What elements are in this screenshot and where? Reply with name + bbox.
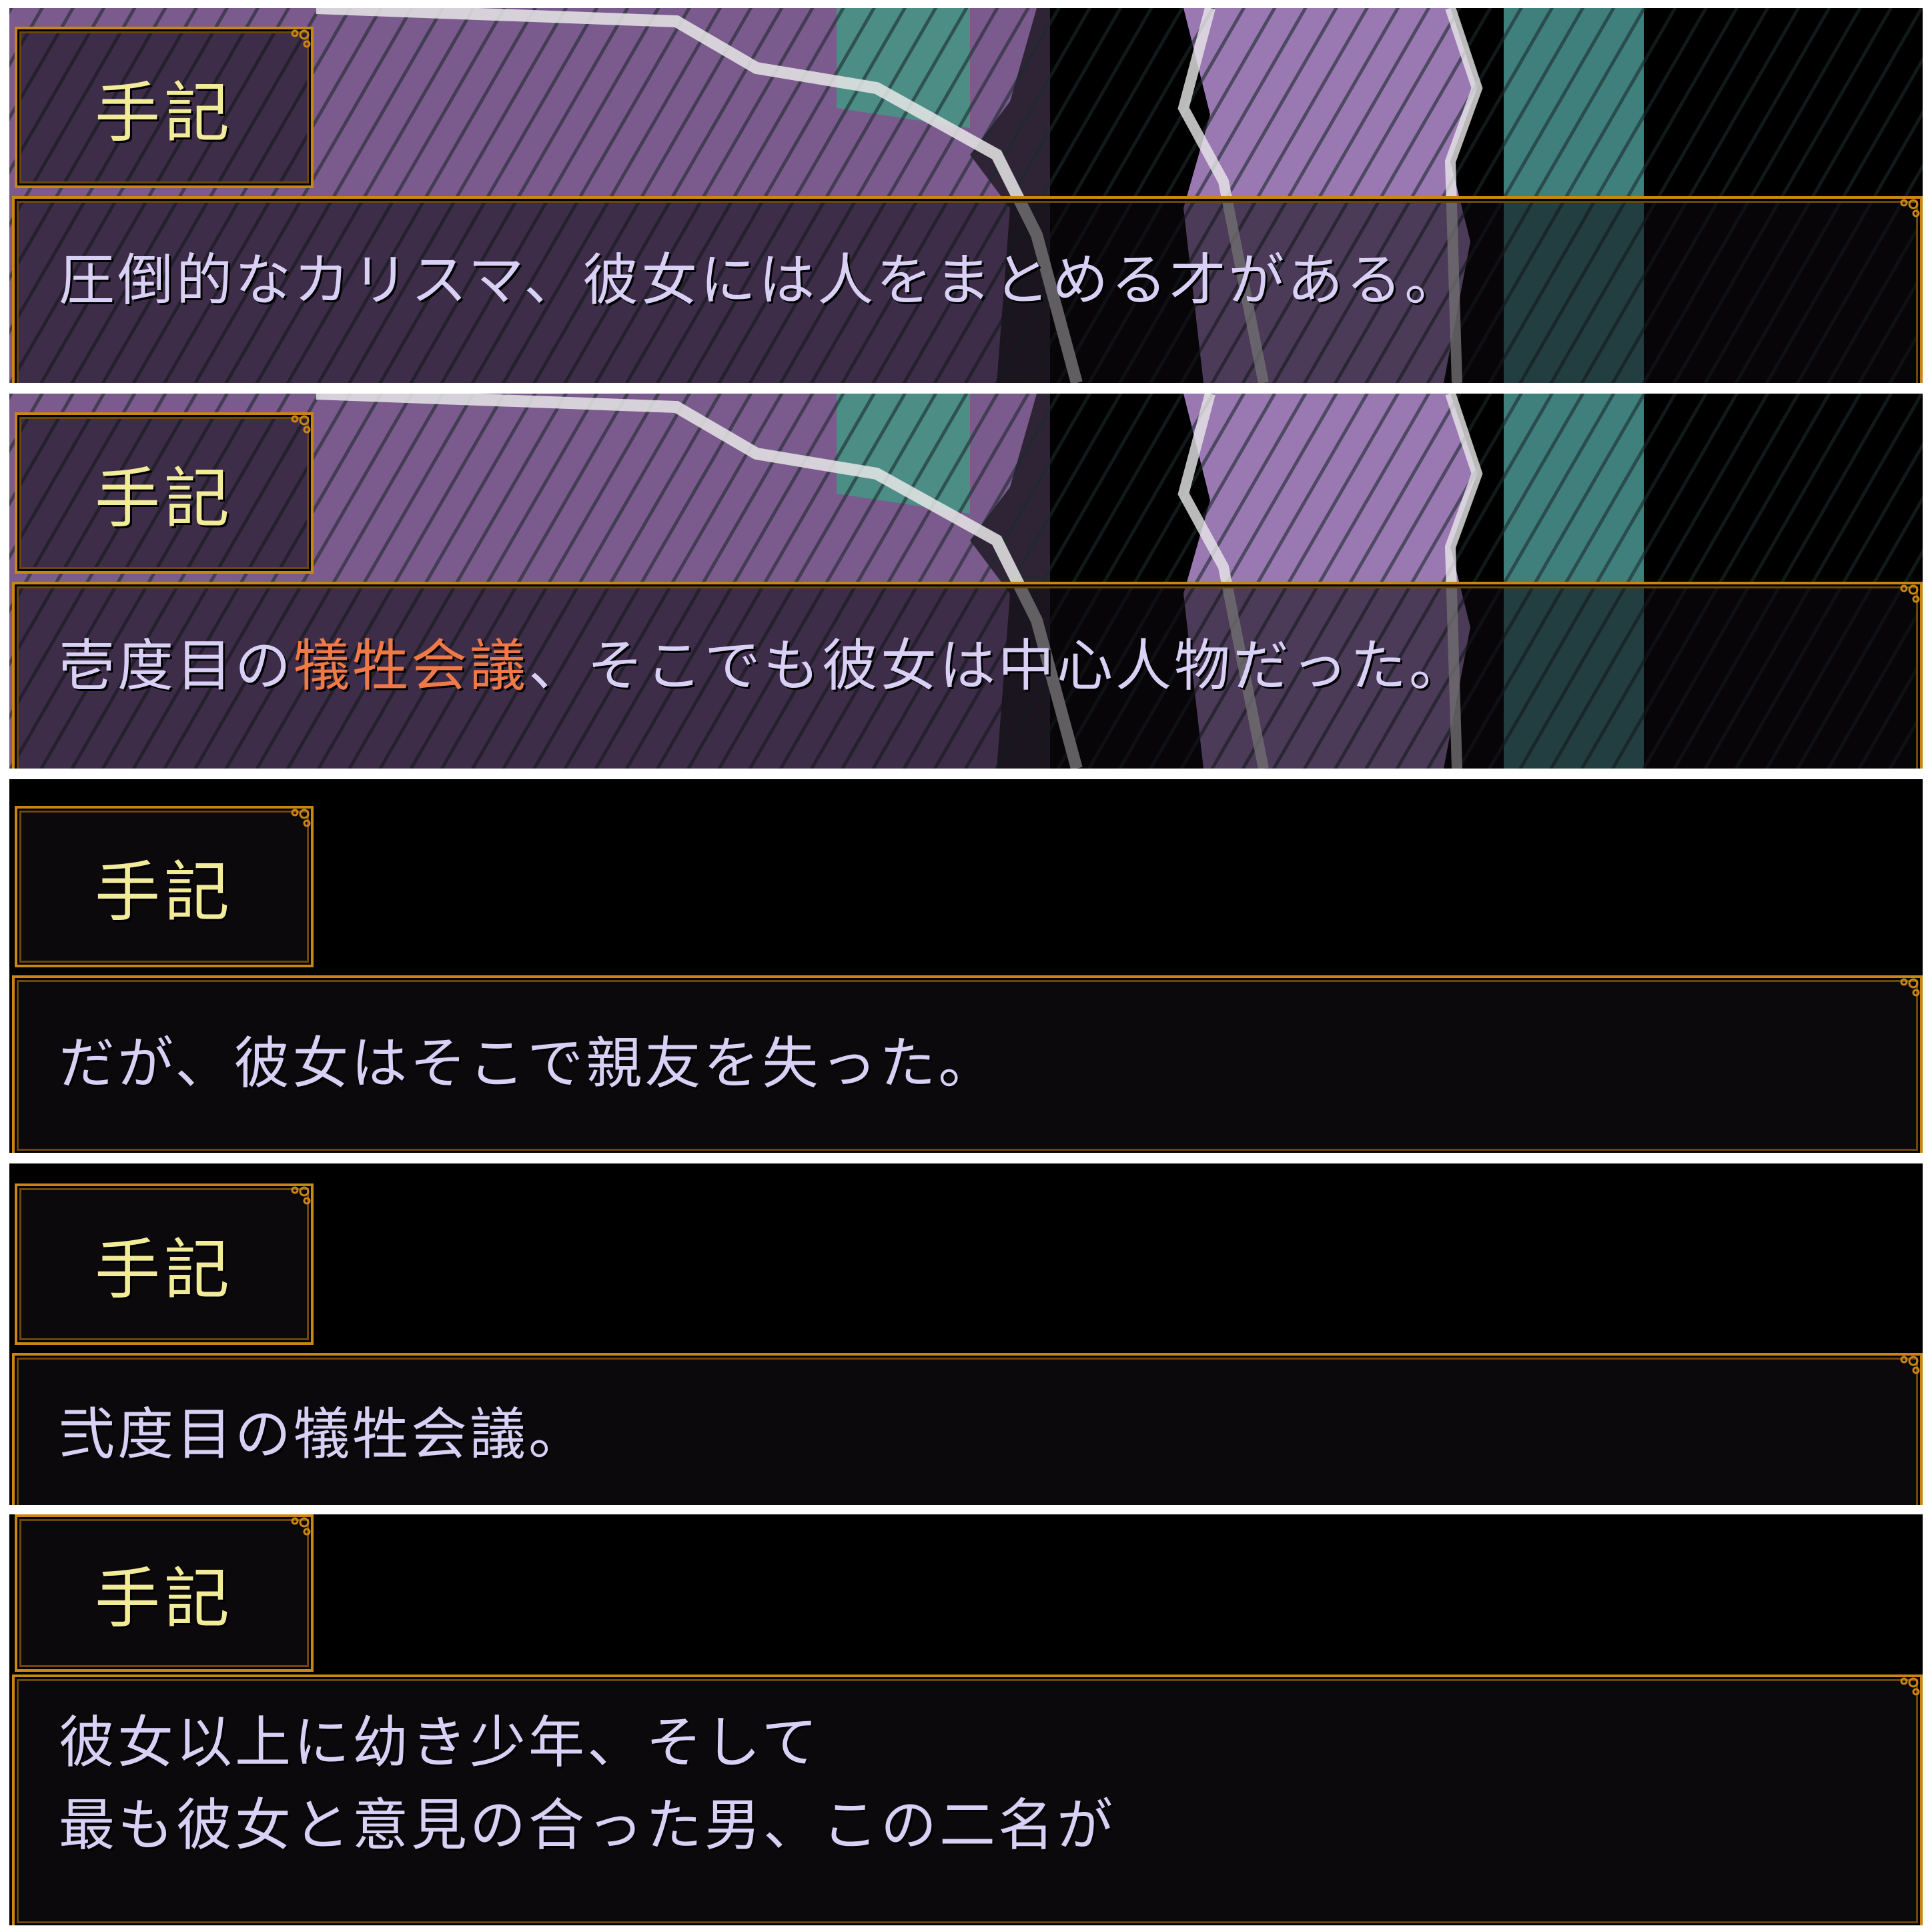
dialogue-panel-2: 手記 壱度目の犠牲会議、そこでも彼女は中心人物だった。 [9, 394, 1923, 769]
speaker-name: 手記 [94, 1561, 233, 1637]
dialogue-line: 弐度目の犠牲会議。 [59, 1402, 588, 1467]
speaker-name-box: 手記 [15, 1514, 314, 1672]
dialogue-panel-1: 手記 圧倒的なカリスマ、彼女には人をまとめる才がある。 [9, 8, 1923, 383]
corner-ornament-icon [1884, 974, 1923, 1014]
speaker-name-box: 手記 [15, 27, 314, 188]
dialogue-line-1: 彼女以上に幼き少年、そして [59, 1710, 821, 1775]
speaker-name-box: 手記 [15, 1183, 314, 1345]
speaker-name: 手記 [94, 1232, 233, 1308]
speaker-name: 手記 [94, 75, 233, 151]
highlighted-term: 犠牲会議 [294, 633, 529, 698]
dialogue-line-2: 最も彼女と意見の合った男、この二名が [59, 1793, 1116, 1858]
speaker-name: 手記 [94, 855, 233, 931]
corner-ornament-icon [275, 25, 315, 65]
corner-ornament-icon [1884, 1673, 1923, 1713]
corner-ornament-icon [1884, 580, 1923, 620]
corner-ornament-icon [1884, 1352, 1923, 1392]
speaker-name-box: 手記 [15, 806, 314, 967]
corner-ornament-icon [275, 1182, 315, 1222]
dialogue-panel-5: 手記 彼女以上に幼き少年、そして 最も彼女と意見の合った男、この二名が [9, 1514, 1923, 1925]
corner-ornament-icon [275, 805, 315, 845]
dialogue-text-before: 壱度目の [59, 633, 294, 698]
dialogue-text-box: 圧倒的なカリスマ、彼女には人をまとめる才がある。 [12, 196, 1923, 383]
speaker-name: 手記 [94, 461, 233, 537]
dialogue-panel-3: 手記 だが、彼女はそこで親友を失った。 [9, 779, 1923, 1153]
corner-ornament-icon [275, 411, 315, 451]
dialogue-text-box: だが、彼女はそこで親友を失った。 [12, 975, 1923, 1153]
dialogue-line: 圧倒的なカリスマ、彼女には人をまとめる才がある。 [59, 248, 1464, 313]
dialogue-text-box: 弐度目の犠牲会議。 [12, 1353, 1923, 1505]
corner-ornament-icon [1884, 195, 1923, 235]
speaker-name-box: 手記 [15, 412, 314, 574]
dialogue-text-box: 彼女以上に幼き少年、そして 最も彼女と意見の合った男、この二名が [12, 1674, 1923, 1925]
dialogue-panel-4: 手記 弐度目の犠牲会議。 [9, 1163, 1923, 1505]
dialogue-text-box: 壱度目の犠牲会議、そこでも彼女は中心人物だった。 [12, 582, 1923, 769]
dialogue-text-after: 、そこでも彼女は中心人物だった。 [528, 633, 1468, 698]
dialogue-line: だが、彼女はそこで親友を失った。 [59, 1031, 997, 1096]
dialogue-line: 壱度目の犠牲会議、そこでも彼女は中心人物だった。 [59, 624, 1840, 707]
